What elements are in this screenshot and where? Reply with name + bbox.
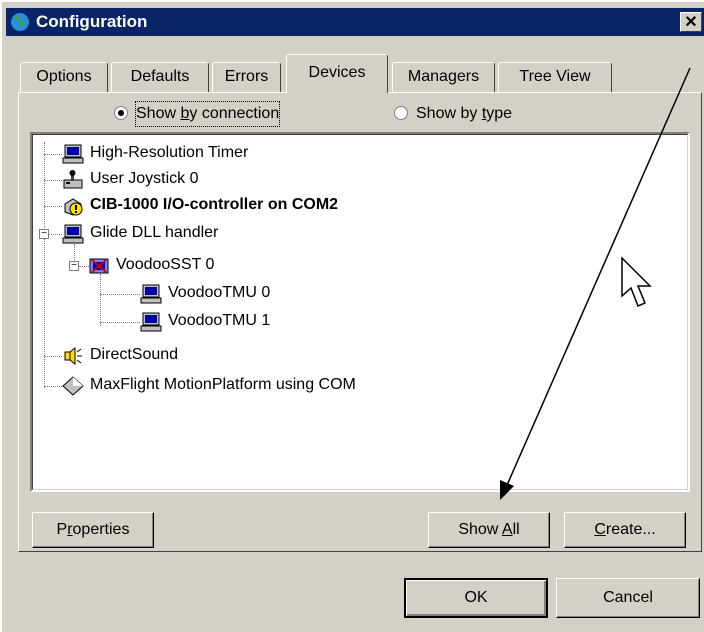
tab-label: Defaults: [130, 68, 190, 85]
tree-item-voodoo-sst[interactable]: VoodooSST 0: [88, 252, 388, 278]
tab-label: Errors: [224, 68, 269, 85]
tab-label: Managers: [407, 68, 480, 85]
tree-connector: [100, 322, 140, 323]
tree-connector: [100, 274, 101, 326]
show-by-connection-label: Show by connection: [134, 101, 281, 127]
speaker-icon: [64, 346, 82, 366]
show-by-connection-radio[interactable]: Show by connection: [114, 101, 324, 127]
tree-item-maxflight[interactable]: MaxFlight MotionPlatform using COM: [62, 372, 482, 398]
computer-icon: [140, 312, 162, 332]
3d-card-icon: [89, 258, 109, 274]
tab-errors[interactable]: Errors: [212, 62, 281, 92]
close-button[interactable]: ✕: [680, 12, 702, 32]
tree-item-voodoo-tmu-1[interactable]: VoodooTMU 1: [140, 308, 440, 334]
tree-item-label: VoodooTMU 1: [168, 312, 271, 329]
device-tree[interactable]: − − High-Resolution Timer User Joystick …: [30, 132, 690, 492]
tree-connector: [100, 294, 140, 295]
tree-item-label: Glide DLL handler: [90, 224, 219, 241]
tree-connector: [44, 180, 62, 181]
tree-item-voodoo-tmu-0[interactable]: VoodooTMU 0: [140, 280, 440, 306]
tree-item-label: High-Resolution Timer: [90, 144, 249, 161]
properties-button[interactable]: Properties: [32, 512, 154, 548]
tree-item-label: VoodooSST 0: [116, 256, 215, 273]
tab-defaults[interactable]: Defaults: [111, 62, 209, 92]
tab-label: Options: [36, 68, 92, 85]
tree-connector: [44, 206, 62, 207]
tab-managers[interactable]: Managers: [392, 62, 495, 92]
warning-device-icon: [64, 198, 83, 216]
tab-label: Devices: [308, 64, 366, 81]
computer-icon: [62, 144, 84, 164]
cancel-button[interactable]: Cancel: [556, 578, 700, 618]
tree-item-glide-dll-handler[interactable]: Glide DLL handler: [62, 220, 362, 246]
tree-item-label: VoodooTMU 0: [168, 284, 271, 301]
tree-item-user-joystick[interactable]: User Joystick 0: [62, 166, 362, 192]
tab-devices[interactable]: Devices: [286, 54, 388, 93]
tree-item-label: CIB-1000 I/O-controller on COM2: [90, 196, 339, 213]
diamond-icon: [62, 376, 84, 396]
radio-selected-indicator: [114, 106, 128, 120]
tab-options[interactable]: Options: [20, 62, 108, 92]
tab-label: Tree View: [519, 68, 591, 85]
tree-item-high-resolution-timer[interactable]: High-Resolution Timer: [62, 140, 362, 166]
computer-icon: [140, 284, 162, 304]
configuration-dialog: Configuration ✕ Options Defaults Errors …: [0, 0, 704, 632]
tree-item-label: DirectSound: [90, 346, 179, 363]
tree-item-label: User Joystick 0: [90, 170, 199, 187]
tree-item-directsound[interactable]: DirectSound: [62, 342, 362, 368]
tree-connector: [44, 386, 62, 387]
radio-unselected-indicator: [394, 106, 408, 120]
computer-icon: [62, 224, 84, 244]
tree-connector: [44, 356, 62, 357]
tree-connector: [44, 154, 62, 155]
ok-button[interactable]: OK: [404, 578, 548, 618]
collapse-toggle[interactable]: −: [69, 261, 79, 271]
tree-item-cib-1000[interactable]: CIB-1000 I/O-controller on COM2: [62, 192, 482, 218]
tree-item-label: MaxFlight MotionPlatform using COM: [90, 376, 356, 393]
tab-tree-view[interactable]: Tree View: [498, 62, 612, 92]
show-by-type-radio[interactable]: Show by type: [394, 102, 554, 126]
show-all-button[interactable]: Show All: [428, 512, 550, 548]
tree-root-connector: [44, 142, 45, 388]
create-button[interactable]: Create...: [564, 512, 686, 548]
collapse-toggle[interactable]: −: [39, 229, 49, 239]
show-by-type-label: Show by type: [416, 105, 513, 122]
tree-connector: [49, 234, 62, 235]
window-title: Configuration: [36, 12, 148, 31]
joystick-icon: [63, 170, 83, 189]
title-bar[interactable]: Configuration ✕: [6, 8, 704, 36]
globe-icon: [11, 13, 29, 31]
